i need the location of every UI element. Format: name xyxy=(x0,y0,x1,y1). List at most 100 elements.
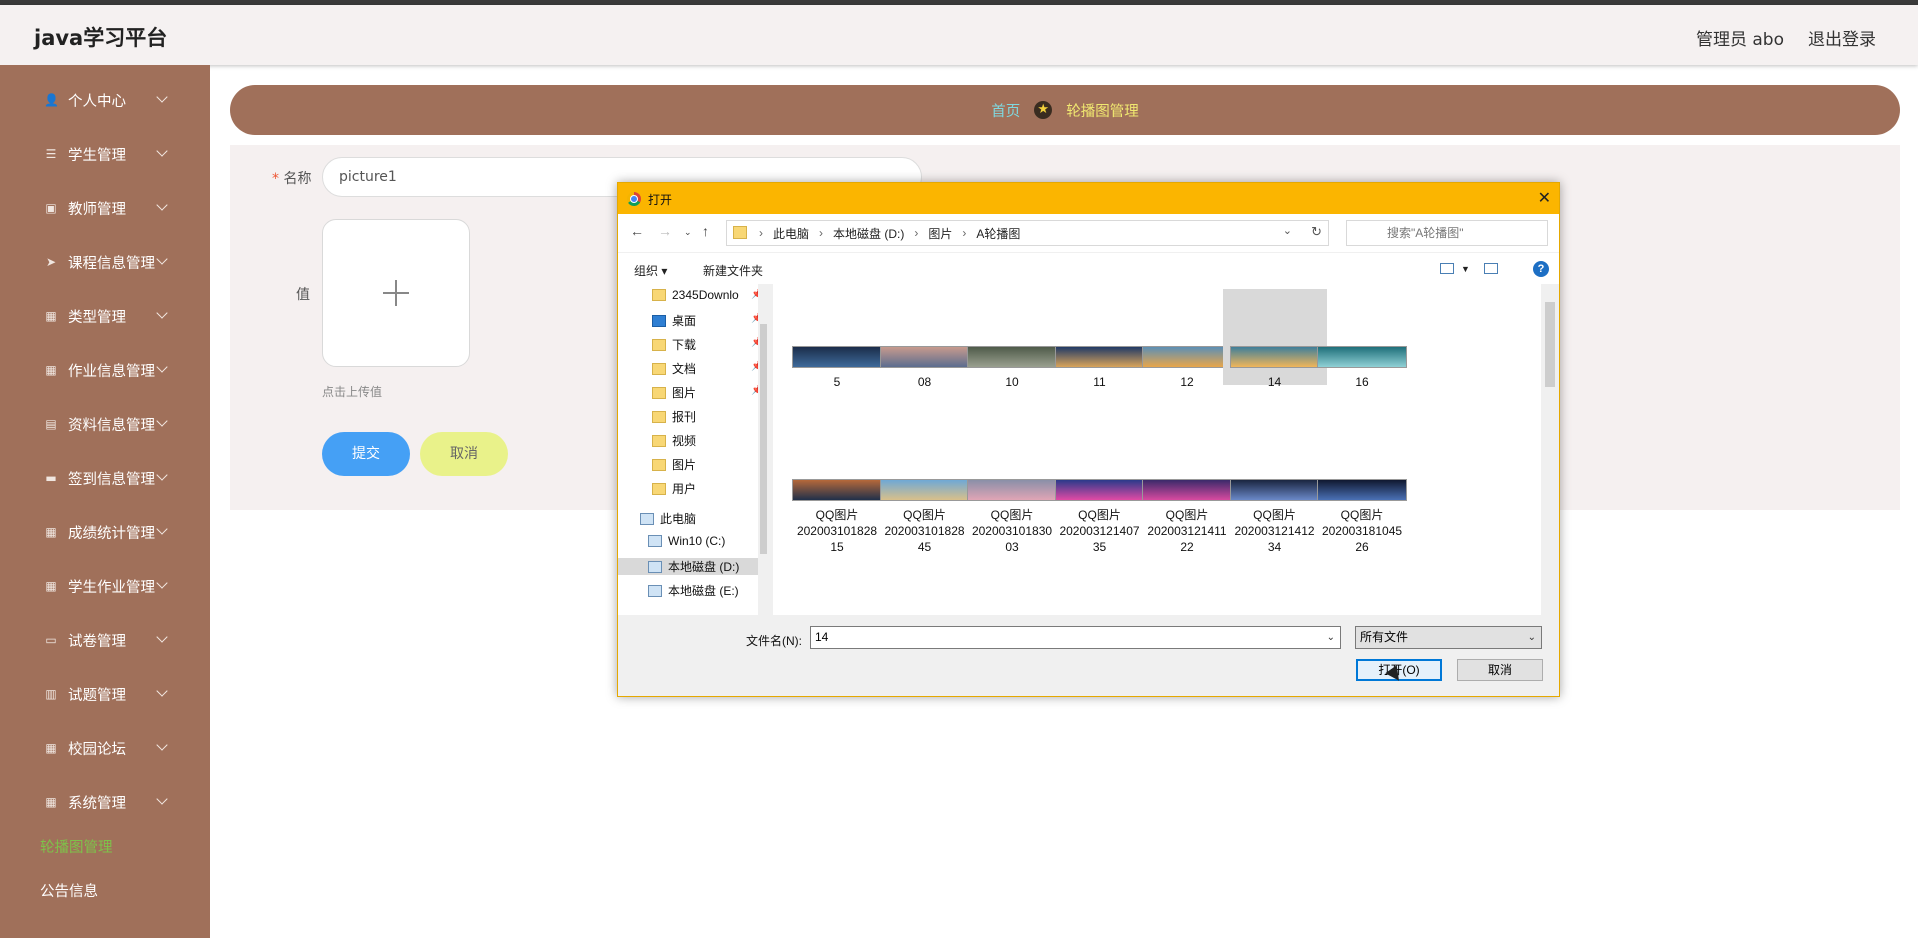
tree-item[interactable]: Win10 (C:) xyxy=(648,534,725,548)
filetype-dropdown-icon[interactable]: ⌄ xyxy=(1528,627,1536,648)
chevron-down-icon xyxy=(156,469,168,481)
dialog-cancel-button[interactable]: 取消 xyxy=(1457,659,1543,681)
sidebar-item-label: 成绩统计管理 xyxy=(68,525,155,542)
up-arrow-icon[interactable]: ↑ xyxy=(702,223,709,239)
tree-item-label: 用户 xyxy=(672,482,697,496)
sidebar-item-6[interactable]: ▤ 资料信息管理 xyxy=(0,404,210,444)
sidebar-item-7[interactable]: ▬ 签到信息管理 xyxy=(0,458,210,498)
upload-hint: 点击上传值 xyxy=(322,385,383,399)
new-folder-button[interactable]: 新建文件夹 xyxy=(703,262,763,279)
sidebar-item-9[interactable]: ▦ 学生作业管理 xyxy=(0,566,210,606)
sidebar-item-5[interactable]: ▦ 作业信息管理 xyxy=(0,350,210,390)
send-icon: ➤ xyxy=(45,255,57,269)
chevron-down-icon xyxy=(156,145,168,157)
sidebar-item-notice[interactable]: 公告信息 xyxy=(40,880,98,901)
cancel-button[interactable]: 取消 xyxy=(420,432,508,476)
submit-button[interactable]: 提交 xyxy=(322,432,410,476)
tree-item[interactable]: 图片 xyxy=(652,456,696,473)
file-item[interactable]: QQ图片 202003181045 26 xyxy=(1310,479,1414,555)
preview-pane-icon[interactable] xyxy=(1484,263,1498,274)
tree-scroll-thumb[interactable] xyxy=(760,324,767,554)
drive-icon xyxy=(640,513,654,525)
address-bar[interactable]: ⌄ ↻ › 此电脑 › 本地磁盘 (D:) › 图片 › A轮播图 xyxy=(726,220,1329,246)
sidebar-item-label: 教师管理 xyxy=(68,201,126,218)
tree-item[interactable]: 本地磁盘 (E:) xyxy=(648,582,739,599)
sidebar-item-8[interactable]: ▦ 成绩统计管理 xyxy=(0,512,210,552)
image-thumbnail xyxy=(1142,346,1232,368)
tree-item[interactable]: 报刊 xyxy=(652,408,696,425)
dialog-title: 打开 xyxy=(648,193,673,207)
image-thumbnail xyxy=(1317,479,1407,501)
help-icon[interactable]: ? xyxy=(1533,261,1549,277)
image-thumbnail xyxy=(792,346,882,368)
user-label[interactable]: 管理员 abo xyxy=(1696,25,1784,50)
sidebar-item-12[interactable]: ▦ 校园论坛 xyxy=(0,728,210,768)
sidebar-item-11[interactable]: ▥ 试题管理 xyxy=(0,674,210,714)
tree-item[interactable]: 此电脑 xyxy=(640,510,696,527)
organize-button[interactable]: 组织 ▾ xyxy=(634,262,667,279)
address-dropdown-icon[interactable]: ⌄ xyxy=(1283,224,1292,237)
chevron-down-icon xyxy=(156,793,168,805)
sidebar-item-1[interactable]: ☰ 学生管理 xyxy=(0,134,210,174)
tree-item[interactable]: 本地磁盘 (D:) xyxy=(618,558,758,575)
filename-input[interactable]: 14 ⌄ xyxy=(810,626,1341,649)
tree-scrollbar[interactable] xyxy=(758,284,769,615)
sidebar-item-2[interactable]: ▣ 教师管理 xyxy=(0,188,210,228)
sidebar-item-label: 试卷管理 xyxy=(68,633,126,650)
filename-dropdown-icon[interactable]: ⌄ xyxy=(1327,627,1335,648)
tree-item[interactable]: 桌面📌 xyxy=(652,312,763,329)
value-label: 值 xyxy=(296,287,310,303)
image-thumbnail xyxy=(1054,346,1145,368)
tree-item[interactable]: 文档📌 xyxy=(652,360,763,377)
refresh-icon[interactable]: ↻ xyxy=(1311,224,1322,240)
view-dropdown-icon[interactable]: ▼ xyxy=(1461,264,1470,274)
image-thumbnail xyxy=(879,346,970,368)
file-grid-scrollbar[interactable] xyxy=(1541,284,1559,615)
breadcrumb-home[interactable]: 首页 xyxy=(991,100,1020,121)
path-segment[interactable]: 此电脑 xyxy=(773,225,809,242)
sidebar-item-3[interactable]: ➤ 课程信息管理 xyxy=(0,242,210,282)
tree-item-label: 本地磁盘 (E:) xyxy=(668,584,739,598)
sidebar-item-label: 个人中心 xyxy=(68,93,126,110)
file-item[interactable]: 16 xyxy=(1310,289,1414,389)
sidebar-item-4[interactable]: ▦ 类型管理 xyxy=(0,296,210,336)
tree-item[interactable]: 图片📌 xyxy=(652,384,763,401)
star-icon: ★ xyxy=(1034,101,1053,119)
sidebar-item-13[interactable]: ▦ 系统管理 xyxy=(0,782,210,822)
sidebar-item-10[interactable]: ▭ 试卷管理 xyxy=(0,620,210,660)
monitor-icon: ▭ xyxy=(45,633,57,647)
tree-item[interactable]: 视频 xyxy=(652,432,696,449)
chrome-icon xyxy=(627,192,641,206)
tree-item[interactable]: 下载📌 xyxy=(652,336,763,353)
grid-icon: ▦ xyxy=(45,309,57,323)
path-segment[interactable]: A轮播图 xyxy=(976,225,1020,242)
sidebar-item-0[interactable]: 👤 个人中心 xyxy=(0,80,210,120)
file-open-dialog: 打开 ✕ ← → ⌄ ↑ ⌄ ↻ › 此电脑 › 本地磁盘 (D:) › 图片 › A轮播图 … xyxy=(617,182,1560,697)
sidebar-item-label: 签到信息管理 xyxy=(68,471,155,488)
sidebar-item-label: 系统管理 xyxy=(68,795,126,812)
tree-item[interactable]: 2345Downlo📌 xyxy=(652,288,763,302)
back-arrow-icon[interactable]: ← xyxy=(630,223,644,239)
forward-arrow-icon[interactable]: → xyxy=(658,223,672,239)
search-input[interactable]: 搜索"A轮播图" xyxy=(1346,220,1548,246)
file-name: 26 xyxy=(1355,540,1369,554)
dialog-navbar: ← → ⌄ ↑ ⌄ ↻ › 此电脑 › 本地磁盘 (D:) › 图片 › A轮播图 搜索"A轮… xyxy=(618,214,1559,252)
tree-item[interactable]: 用户 xyxy=(652,480,696,497)
view-mode-icon[interactable] xyxy=(1440,263,1454,274)
sidebar-item-banner[interactable]: 轮播图管理 xyxy=(40,836,113,857)
path-segment[interactable]: 图片 xyxy=(928,225,952,242)
tree-item-label: 图片 xyxy=(672,458,697,472)
recent-dropdown-icon[interactable]: ⌄ xyxy=(684,227,692,238)
folder-icon xyxy=(652,459,666,471)
path-segment[interactable]: 本地磁盘 (D:) xyxy=(833,225,904,242)
name-label: * 名称 xyxy=(272,171,312,187)
folder-icon xyxy=(652,289,666,301)
tree-item-label: 文档 xyxy=(672,362,697,376)
dialog-close-button[interactable]: ✕ xyxy=(1538,188,1551,208)
filetype-select[interactable]: 所有文件 ⌄ xyxy=(1355,626,1542,649)
sidebar-item-label: 课程信息管理 xyxy=(68,255,155,272)
folder-icon xyxy=(652,435,666,447)
logout-link[interactable]: 退出登录 xyxy=(1808,25,1876,50)
upload-box[interactable] xyxy=(322,219,470,367)
grid-scroll-thumb[interactable] xyxy=(1545,302,1555,387)
